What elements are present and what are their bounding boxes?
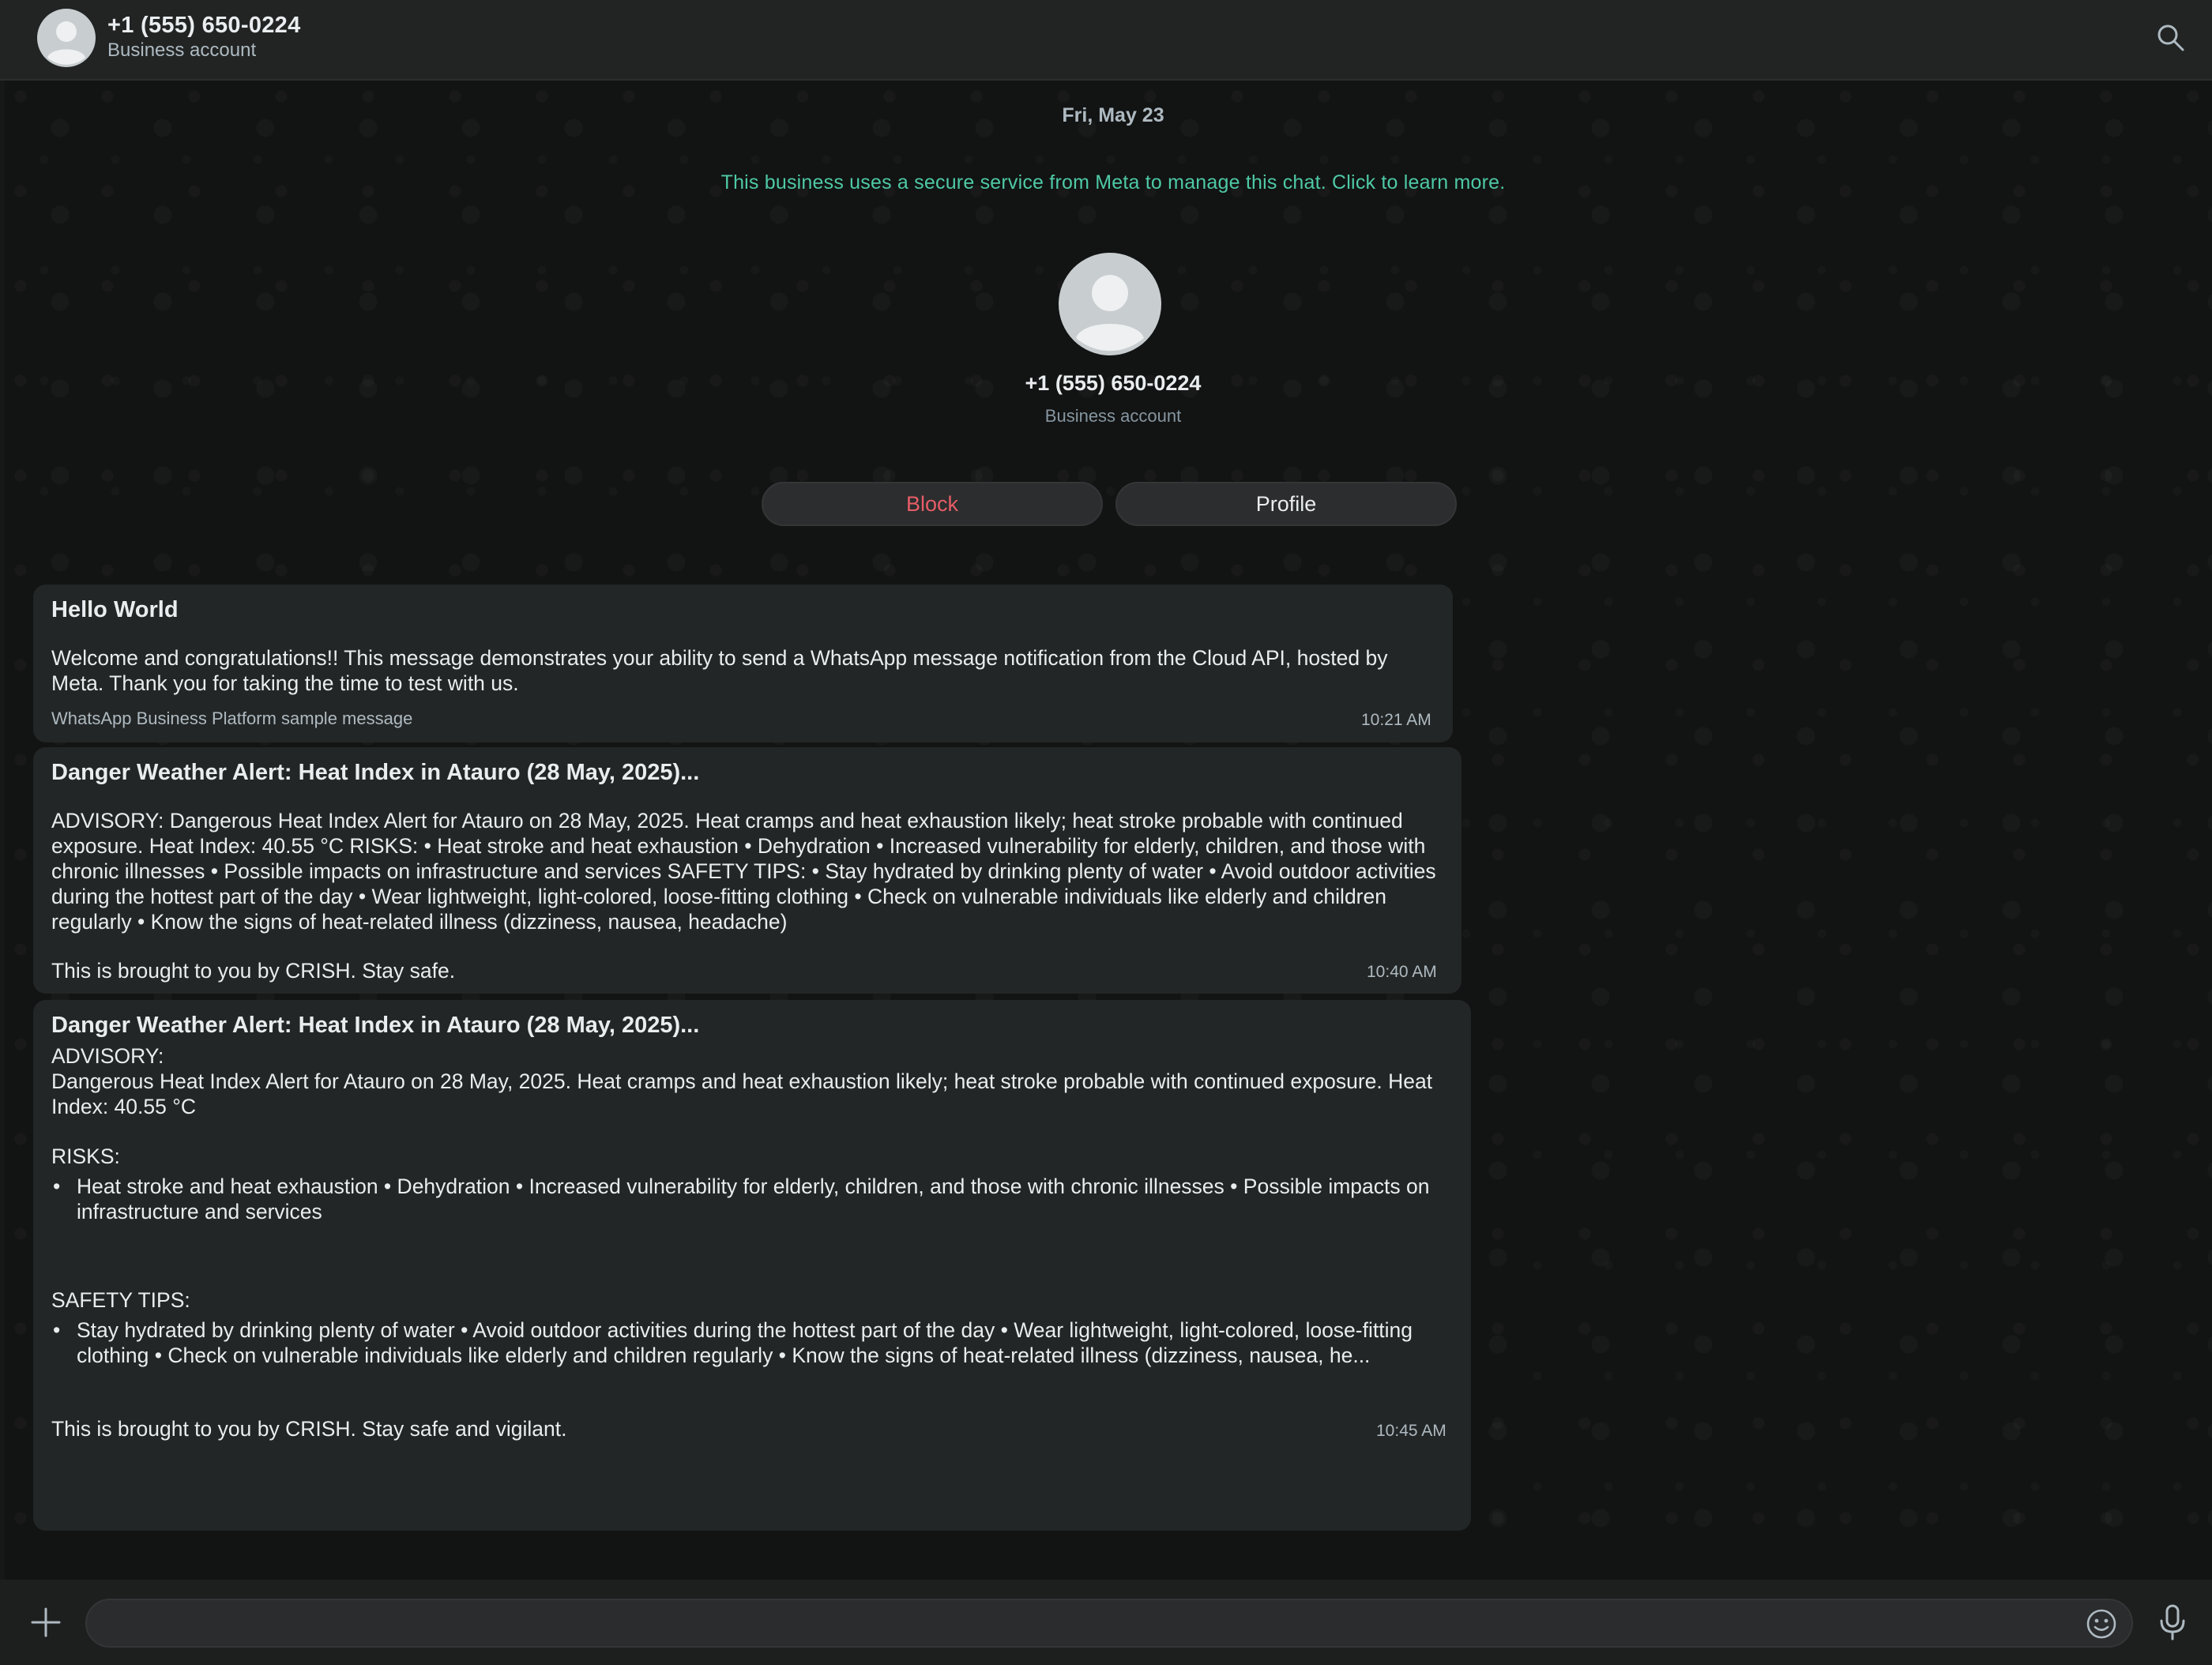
profile-button[interactable]: Profile: [1115, 482, 1457, 526]
message-title: Danger Weather Alert: Heat Index in Atau…: [51, 1013, 700, 1038]
contact-avatar[interactable]: [37, 9, 96, 67]
plus-icon[interactable]: [30, 1607, 62, 1638]
emoji-icon[interactable]: [2086, 1608, 2117, 1640]
app-window: +1 (555) 650-0224 Business account Fri, …: [0, 0, 2212, 1665]
message-time: 10:21 AM: [1361, 711, 1431, 729]
chat-area[interactable]: Fri, May 23 This business uses a secure …: [5, 81, 2212, 1580]
message-bubble[interactable]: Danger Weather Alert: Heat Index in Atau…: [33, 1000, 1471, 1531]
block-button[interactable]: Block: [762, 482, 1103, 526]
profile-name: +1 (555) 650-0224: [1025, 371, 1202, 395]
risks-label: RISKS:: [51, 1144, 120, 1168]
microphone-icon[interactable]: [2157, 1603, 2188, 1641]
safety-tips-list: Stay hydrated by drinking plenty of wate…: [51, 1317, 1454, 1368]
message-bubble[interactable]: Hello World Welcome and congratulations!…: [33, 584, 1453, 742]
message-footer: WhatsApp Business Platform sample messag…: [51, 708, 413, 728]
search-icon[interactable]: [2155, 22, 2187, 54]
date-separator: Fri, May 23: [1062, 104, 1164, 126]
message-composer: [0, 1580, 2212, 1665]
message-title: Hello World: [51, 597, 179, 622]
message-closing: This is brought to you by CRISH. Stay sa…: [51, 959, 456, 983]
message-body: ADVISORY: Dangerous Heat Index Alert for…: [51, 809, 1436, 934]
advisory-text: Dangerous Heat Index Alert for Atauro on…: [51, 1069, 1433, 1118]
header-title: +1 (555) 650-0224: [107, 13, 301, 38]
message-bubble[interactable]: Danger Weather Alert: Heat Index in Atau…: [33, 747, 1462, 994]
chat-header[interactable]: +1 (555) 650-0224 Business account: [0, 0, 2212, 81]
message-closing: This is brought to you by CRISH. Stay sa…: [51, 1417, 567, 1441]
profile-subtitle: Business account: [1044, 406, 1182, 426]
profile-avatar[interactable]: [1059, 253, 1161, 355]
risks-list: Heat stroke and heat exhaustion • Dehydr…: [51, 1174, 1454, 1224]
message-time: 10:40 AM: [1367, 963, 1437, 981]
safety-tips-label: SAFETY TIPS:: [51, 1288, 190, 1312]
message-title: Danger Weather Alert: Heat Index in Atau…: [51, 760, 700, 785]
list-item: Stay hydrated by drinking plenty of wate…: [53, 1317, 1454, 1368]
message-body: Welcome and congratulations!! This messa…: [51, 646, 1388, 695]
advisory-label: ADVISORY:: [51, 1044, 164, 1068]
meta-notice-link[interactable]: This business uses a secure service from…: [479, 171, 1747, 194]
message-input[interactable]: [85, 1599, 2133, 1648]
header-subtitle: Business account: [107, 39, 257, 61]
list-item: Heat stroke and heat exhaustion • Dehydr…: [53, 1174, 1454, 1224]
message-time: 10:45 AM: [1376, 1422, 1446, 1440]
